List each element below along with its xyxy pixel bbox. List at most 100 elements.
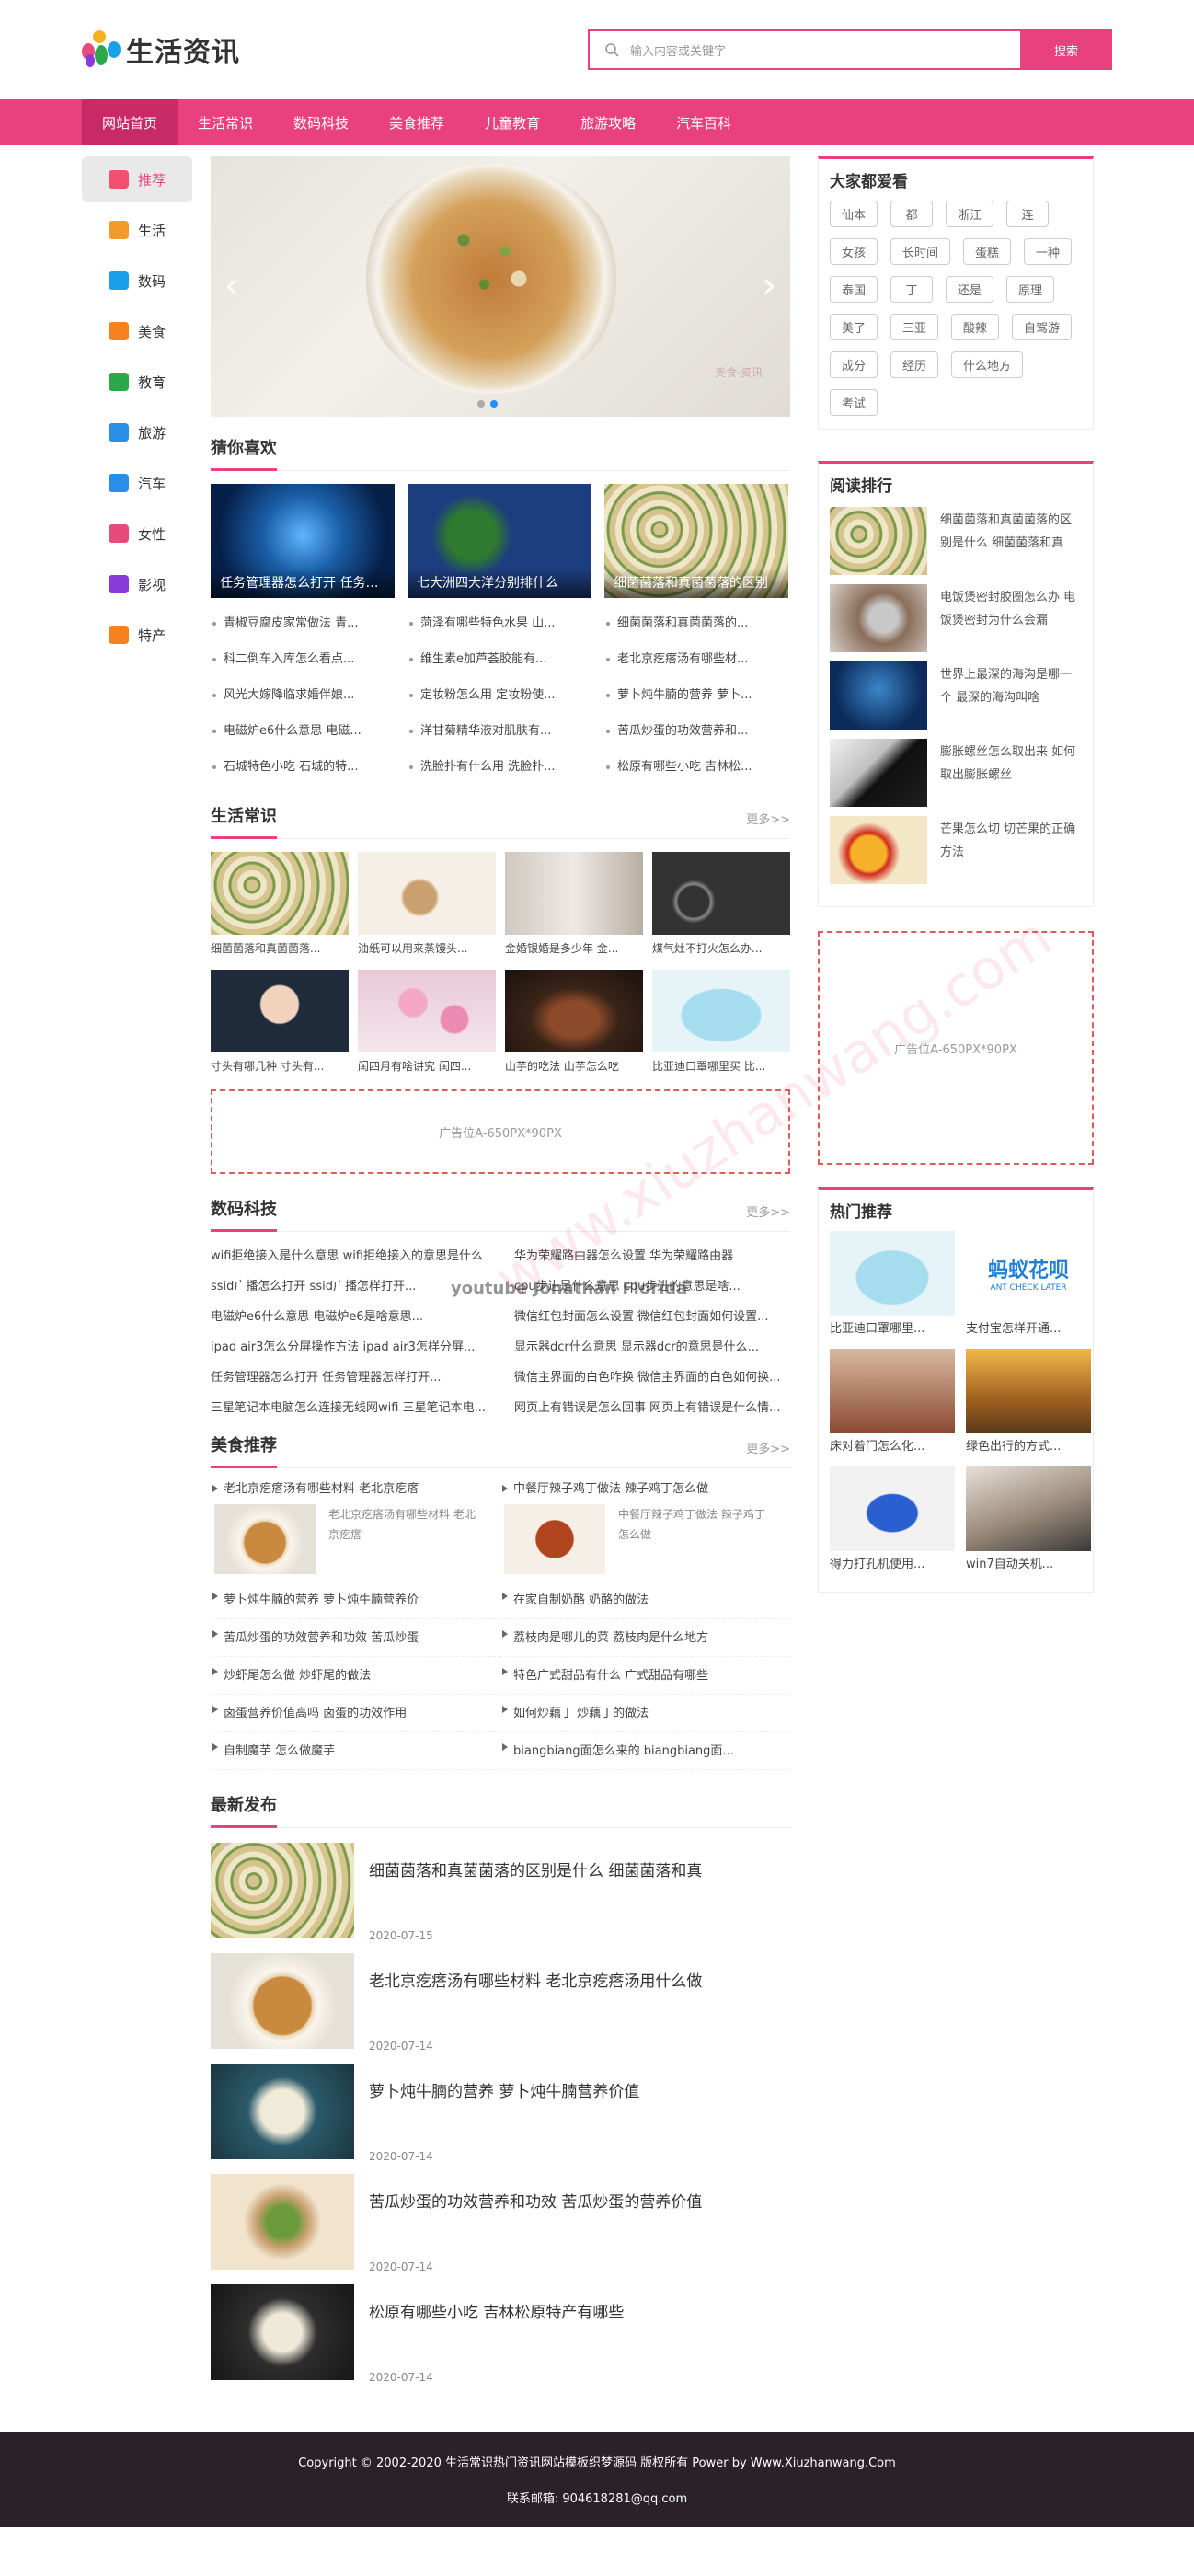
tag-link[interactable]: 都 — [890, 201, 934, 227]
ranking-item[interactable]: 芒果怎么切 切芒果的正确方法 — [830, 816, 1082, 893]
food-featured-image[interactable] — [214, 1504, 316, 1574]
nav-item-education[interactable]: 儿童教育 — [465, 99, 560, 145]
life-card[interactable]: 细菌菌落和真菌菌落... — [211, 852, 349, 962]
guess-featured-card[interactable]: 细菌菌落和真菌菌落的区别 — [604, 484, 788, 598]
latest-item[interactable]: 老北京疙瘩汤有哪些材料 老北京疙瘩汤用什么做 2020-07-14 — [211, 1953, 790, 2064]
tech-list-item[interactable]: ssid广播怎么打开 ssid广播怎样打开... — [211, 1271, 487, 1302]
hot-card[interactable]: 比亚迪口罩哪里... — [830, 1231, 955, 1343]
food-list-item[interactable]: 如何炒藕丁 炒藕丁的做法 — [500, 1695, 790, 1732]
tech-list-item[interactable]: wifi拒绝接入是什么意思 wifi拒绝接入的意思是什么 — [211, 1241, 487, 1271]
hot-card[interactable]: 绿色出行的方式... — [966, 1349, 1091, 1461]
food-featured-title[interactable]: 中餐厅辣子鸡丁做法 辣子鸡丁怎么做 — [500, 1474, 790, 1504]
ranking-item-image[interactable] — [830, 661, 927, 730]
food-list-item[interactable]: 特色广式甜品有什么 广式甜品有哪些 — [500, 1657, 790, 1695]
hot-card[interactable]: 蚂蚁花呗 ANT CHECK LATER 支付宝怎样开通... — [966, 1231, 1091, 1343]
life-card-image[interactable] — [358, 970, 496, 1052]
ranking-item-title[interactable]: 芒果怎么切 切芒果的正确方法 — [940, 816, 1082, 864]
hot-card-title[interactable]: 绿色出行的方式... — [966, 1433, 1091, 1461]
food-list-item[interactable]: biangbiang面怎么来的 biangbiang面... — [500, 1732, 790, 1770]
list-item[interactable]: 青椒豆腐皮家常做法 青... — [211, 605, 395, 641]
life-card[interactable]: 山芋的吃法 山芋怎么吃 — [505, 970, 643, 1080]
latest-item-image[interactable] — [211, 2064, 354, 2159]
ad-banner-center[interactable]: 广告位A-650PX*90PX — [211, 1089, 790, 1174]
hot-card[interactable]: 床对着门怎么化... — [830, 1349, 955, 1461]
latest-item-image[interactable] — [211, 2284, 354, 2380]
nav-item-food[interactable]: 美食推荐 — [369, 99, 465, 145]
tech-list-item[interactable]: 任务管理器怎么打开 任务管理器怎样打开... — [211, 1363, 487, 1393]
list-item[interactable]: 老北京疙瘩汤有哪些材... — [604, 641, 788, 677]
life-card-title[interactable]: 比亚迪口罩哪里买 比... — [652, 1052, 790, 1080]
life-card-image[interactable] — [505, 970, 643, 1052]
sidebar-item-3[interactable]: 美食 — [82, 308, 192, 354]
tag-link[interactable]: 考试 — [830, 389, 878, 416]
tag-link[interactable]: 经历 — [890, 351, 939, 378]
search-button[interactable]: 搜索 — [1020, 29, 1112, 70]
list-item[interactable]: 洗脸扑有什么用 洗脸扑... — [408, 749, 591, 785]
tech-list-item[interactable]: 华为荣耀路由器怎么设置 华为荣耀路由器 — [514, 1241, 790, 1271]
life-card-title[interactable]: 闰四月有啥讲究 闰四... — [358, 1052, 496, 1080]
sidebar-item-8[interactable]: 影视 — [82, 561, 192, 607]
hot-card[interactable]: win7自动关机... — [966, 1466, 1091, 1579]
latest-item[interactable]: 苦瓜炒蛋的功效营养和功效 苦瓜炒蛋的营养价值 2020-07-14 — [211, 2174, 790, 2284]
latest-item-title[interactable]: 松原有哪些小吃 吉林松原特产有哪些 — [369, 2299, 790, 2322]
hot-card-title[interactable]: 支付宝怎样开通... — [966, 1316, 1091, 1343]
tag-link[interactable]: 女孩 — [830, 238, 878, 265]
tag-link[interactable]: 长时间 — [890, 238, 951, 265]
tag-link[interactable]: 成分 — [830, 351, 878, 378]
life-card-title[interactable]: 金婚银婚是多少年 金... — [505, 935, 643, 962]
food-list-item[interactable]: 苦瓜炒蛋的功效营养和功效 苦瓜炒蛋 — [211, 1619, 500, 1657]
life-card-title[interactable]: 寸头有哪几种 寸头有... — [211, 1052, 349, 1080]
list-item[interactable]: 电磁炉e6什么意思 电磁... — [211, 713, 395, 749]
ranking-item-image[interactable] — [830, 816, 927, 884]
tag-link[interactable]: 蛋糕 — [963, 238, 1012, 265]
tag-link[interactable]: 一种 — [1024, 238, 1073, 265]
sidebar-item-7[interactable]: 女性 — [82, 511, 192, 557]
latest-item-title[interactable]: 老北京疙瘩汤有哪些材料 老北京疙瘩汤用什么做 — [369, 1968, 790, 1991]
ranking-item-image[interactable] — [830, 584, 927, 652]
list-item[interactable]: 菏泽有哪些特色水果 山... — [408, 605, 591, 641]
site-logo[interactable]: 生活资讯 — [82, 29, 240, 70]
tag-link[interactable]: 三亚 — [890, 314, 939, 340]
tag-link[interactable]: 什么地方 — [951, 351, 1024, 378]
list-item[interactable]: 细菌菌落和真菌菌落的... — [604, 605, 788, 641]
carousel-dot-active[interactable] — [490, 400, 498, 408]
life-card-title[interactable]: 山芋的吃法 山芋怎么吃 — [505, 1052, 643, 1080]
guess-featured-card[interactable]: 七大洲四大洋分别排什么 — [408, 484, 591, 598]
hot-card-image[interactable]: 蚂蚁花呗 ANT CHECK LATER — [966, 1231, 1091, 1316]
ranking-item-image[interactable] — [830, 507, 927, 575]
ranking-item-title[interactable]: 世界上最深的海沟是哪一个 最深的海沟叫啥 — [940, 661, 1082, 709]
latest-item-image[interactable] — [211, 1953, 354, 2049]
search-input[interactable]: 输入内容或关键字 — [588, 29, 1020, 70]
tag-link[interactable]: 连 — [1006, 201, 1050, 227]
life-card-image[interactable] — [652, 970, 790, 1052]
tech-list-item[interactable]: 微信主界面的白色咋换 微信主界面的白色如何换... — [514, 1363, 790, 1393]
list-item[interactable]: 松原有哪些小吃 吉林松... — [604, 749, 788, 785]
life-card-image[interactable] — [211, 970, 349, 1052]
life-card-title[interactable]: 煤气灶不打火怎么办... — [652, 935, 790, 962]
tag-link[interactable]: 仙本 — [830, 201, 878, 227]
hot-card[interactable]: 得力打孔机使用... — [830, 1466, 955, 1579]
tag-link[interactable]: 还是 — [946, 276, 994, 303]
list-item[interactable]: 苦瓜炒蛋的功效营养和... — [604, 713, 788, 749]
sidebar-item-2[interactable]: 数码 — [82, 258, 192, 304]
hot-card-image[interactable] — [830, 1349, 955, 1433]
list-item[interactable]: 洋甘菊精华液对肌肤有... — [408, 713, 591, 749]
ranking-item-title[interactable]: 电饭煲密封胶圈怎么办 电饭煲密封为什么会漏 — [940, 584, 1082, 632]
tech-list-item[interactable]: 微信红包封面怎么设置 微信红包封面如何设置... — [514, 1302, 790, 1332]
food-featured-image[interactable] — [504, 1504, 605, 1574]
food-featured-card[interactable]: 老北京疙瘩汤有哪些材料 老北京疙瘩 — [211, 1504, 500, 1581]
life-card[interactable]: 金婚银婚是多少年 金... — [505, 852, 643, 962]
nav-item-auto[interactable]: 汽车百科 — [656, 99, 752, 145]
latest-item[interactable]: 细菌菌落和真菌菌落的区别是什么 细菌菌落和真 2020-07-15 — [211, 1843, 790, 1953]
nav-item-home[interactable]: 网站首页 — [82, 99, 178, 145]
sidebar-item-5[interactable]: 旅游 — [82, 409, 192, 455]
life-card[interactable]: 比亚迪口罩哪里买 比... — [652, 970, 790, 1080]
tech-list-item[interactable]: cpu步进是什么意思 cpu步进的意思是啥... — [514, 1271, 790, 1302]
banner-carousel[interactable]: ‹ › 美食·资讯 — [211, 156, 790, 417]
life-card[interactable]: 闰四月有啥讲究 闰四... — [358, 970, 496, 1080]
list-item[interactable]: 维生素e加芦荟胶能有... — [408, 641, 591, 677]
food-featured-card[interactable]: 中餐厅辣子鸡丁做法 辣子鸡丁怎么做 — [500, 1504, 790, 1581]
nav-item-life[interactable]: 生活常识 — [178, 99, 273, 145]
list-item[interactable]: 风光大嫁降临求婚伴娘... — [211, 677, 395, 713]
tag-link[interactable]: 丁 — [890, 276, 934, 303]
